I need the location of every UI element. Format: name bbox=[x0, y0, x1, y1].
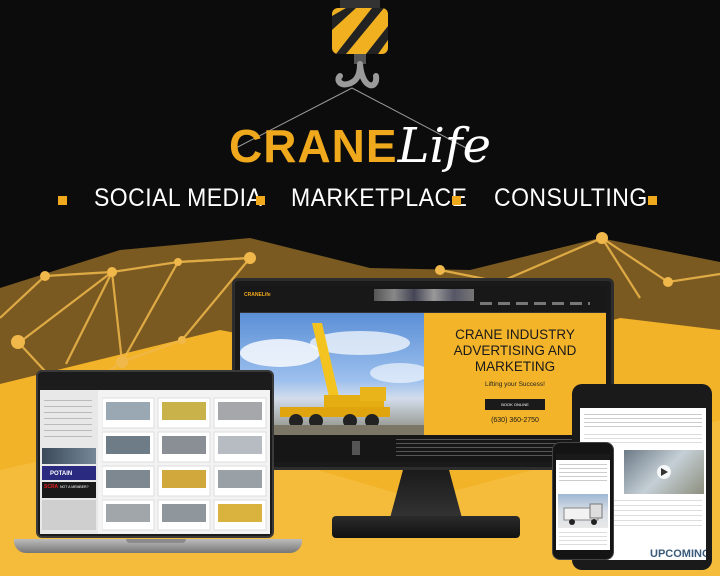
hero-headline-line-1: CRANE INDUSTRY bbox=[455, 327, 575, 342]
laptop-sidebar-filters[interactable]: POTAIN SCRA NOT A MEMBER? bbox=[40, 390, 98, 534]
laptop-notch bbox=[126, 539, 186, 543]
phone-post-header bbox=[559, 464, 607, 482]
service-social-media: SOCIAL MEDIA bbox=[94, 184, 263, 212]
potain-ad-text: POTAIN bbox=[50, 471, 73, 477]
phone-post-image[interactable] bbox=[558, 494, 608, 528]
phone-screen bbox=[556, 454, 610, 550]
footer-logo-icon bbox=[352, 441, 360, 455]
scra-ad-brand: SCRA bbox=[44, 484, 59, 490]
tablet-post-image[interactable] bbox=[624, 450, 704, 494]
cranelife-logo: CRANELife bbox=[0, 118, 720, 174]
nav-banner-images bbox=[374, 289, 474, 301]
sidebar-ad-scra[interactable]: SCRA NOT A MEMBER? bbox=[42, 482, 96, 498]
monitor-stand-base bbox=[332, 516, 520, 538]
tablet-nav-bar bbox=[580, 400, 706, 408]
listing-cards bbox=[101, 397, 267, 531]
bullet-icon bbox=[452, 196, 461, 205]
logo-crane-text: CRANE bbox=[229, 120, 398, 172]
sidebar-ad-3[interactable] bbox=[42, 500, 96, 530]
service-marketplace: MARKETPLACE bbox=[291, 184, 468, 212]
bullet-icon bbox=[256, 196, 265, 205]
monitor-screen: CRANELife CRANE INDUSTRY ADVERTISING AND… bbox=[240, 286, 606, 462]
tablet-header-lines bbox=[584, 414, 702, 428]
nav-menu-items[interactable] bbox=[480, 302, 590, 305]
crane-hook-icon bbox=[332, 0, 388, 89]
phone-nav-bar bbox=[556, 454, 610, 460]
nav-logo[interactable]: CRANELife bbox=[244, 292, 271, 298]
sidebar-ad-potain[interactable]: POTAIN bbox=[42, 466, 96, 480]
phone-post-text bbox=[559, 532, 607, 546]
bullet-icon bbox=[648, 196, 657, 205]
sidebar-ad-1[interactable] bbox=[42, 448, 96, 464]
hero-headline-line-3: MARKETING bbox=[474, 359, 556, 374]
bullet-icon bbox=[58, 196, 67, 205]
tablet-upcoming-banner: UPCOMING bbox=[650, 548, 706, 560]
scra-ad-text: NOT A MEMBER? bbox=[60, 485, 89, 489]
listing-grid bbox=[101, 394, 268, 532]
book-online-button[interactable]: BOOK ONLINE bbox=[485, 399, 545, 410]
service-consulting: CONSULTING bbox=[494, 184, 648, 212]
hero-headline: CRANE INDUSTRY ADVERTISING AND MARKETING bbox=[424, 327, 606, 375]
website-nav-bar: CRANELife bbox=[240, 286, 606, 313]
filter-fields[interactable] bbox=[44, 400, 92, 440]
logo-life-text: Life bbox=[397, 118, 491, 174]
hero-headline-line-2: ADVERTISING AND bbox=[453, 343, 577, 358]
laptop-nav-bar bbox=[40, 378, 270, 390]
laptop-screen: POTAIN SCRA NOT A MEMBER? bbox=[40, 378, 270, 534]
services-row: SOCIAL MEDIA MARKETPLACE CONSULTING bbox=[0, 184, 720, 220]
